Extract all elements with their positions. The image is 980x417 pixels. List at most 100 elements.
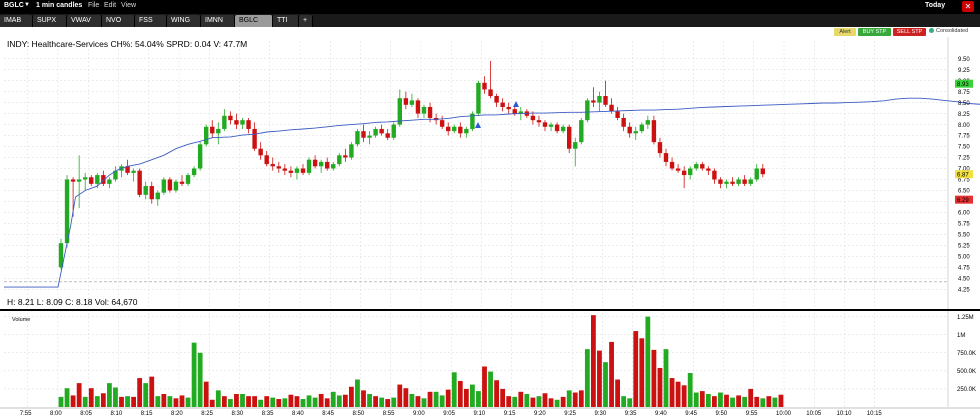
candle-body xyxy=(718,179,723,184)
candle-body xyxy=(191,168,197,176)
blue-arrow-up-icon xyxy=(475,122,481,128)
alert-button[interactable]: Alert xyxy=(834,28,856,36)
volume-bar xyxy=(687,373,693,407)
volume-bar xyxy=(760,398,766,407)
volume-bar xyxy=(203,381,209,407)
candle-body xyxy=(331,164,336,169)
volume-axis: 1.25M 1M 750.0K 500.0K 250.0K xyxy=(957,315,976,393)
volume-bar xyxy=(433,391,439,407)
volume-bar xyxy=(373,396,378,407)
volume-bar xyxy=(246,396,251,407)
candle-body xyxy=(706,168,711,171)
sell-stop-button[interactable]: SELL STP xyxy=(893,28,926,36)
interval-selector[interactable]: 1 min candles xyxy=(36,2,82,9)
volume-bar xyxy=(252,396,257,407)
volume-bar xyxy=(766,396,772,407)
volume-bar xyxy=(349,386,354,407)
tab-tti[interactable]: TTI xyxy=(273,15,299,27)
volume-bar xyxy=(215,390,221,407)
candle xyxy=(421,104,427,118)
add-tab-button[interactable]: + xyxy=(299,15,313,27)
tab-imab[interactable]: IMAB xyxy=(0,15,33,27)
price-chart[interactable]: 9.509.259.008.758.508.258.007.757.507.25… xyxy=(0,37,980,417)
candle-body xyxy=(754,168,759,180)
time-tick-label: 8:15 xyxy=(141,411,153,417)
time-tick-label: 10:05 xyxy=(806,411,822,417)
price-tags: 8.93 6.87 6.29 xyxy=(955,79,973,204)
candle-body xyxy=(204,126,209,145)
volume-tick-label: 1.25M xyxy=(957,315,974,321)
candle-body xyxy=(615,111,620,118)
candle-body xyxy=(675,168,681,171)
consolidated-toggle[interactable]: Consolidated xyxy=(929,28,968,34)
blue-arrow-up-icon xyxy=(513,101,519,107)
candle xyxy=(663,148,669,167)
candle-body xyxy=(391,124,396,138)
candle-body xyxy=(240,120,245,125)
menu-edit[interactable]: Edit xyxy=(104,2,116,9)
close-icon[interactable]: ✕ xyxy=(962,1,974,12)
volume-bar xyxy=(167,396,173,407)
candle xyxy=(700,161,705,171)
tab-bglc[interactable]: BGLC xyxy=(235,15,273,27)
volume-bar xyxy=(609,341,614,407)
candle-body xyxy=(343,155,348,158)
candle-body xyxy=(621,117,626,127)
volume-bar xyxy=(718,392,723,407)
time-tick-label: 9:20 xyxy=(534,411,546,417)
volume-bar xyxy=(699,391,705,407)
candle xyxy=(101,170,106,187)
volume-bar xyxy=(82,396,88,407)
tab-fss[interactable]: FSS xyxy=(135,15,167,27)
time-tick-label: 10:10 xyxy=(837,411,853,417)
volume-bar xyxy=(615,379,620,407)
candle xyxy=(185,172,191,187)
candle-body xyxy=(270,164,275,167)
tab-nvo[interactable]: NVO xyxy=(102,15,135,27)
candle-body xyxy=(89,177,94,184)
chevron-down-icon[interactable]: ▼ xyxy=(24,2,30,8)
volume-bar xyxy=(276,399,282,407)
volume-bar xyxy=(228,399,233,407)
ticker-selector[interactable]: BGLC xyxy=(4,2,24,9)
today-button[interactable]: Today xyxy=(925,2,945,9)
volume-bar xyxy=(463,388,469,407)
candle-body xyxy=(730,181,735,184)
candle-body xyxy=(409,100,415,105)
tab-supx[interactable]: SUPX xyxy=(33,15,67,27)
candle-body xyxy=(657,142,663,154)
candle-body xyxy=(627,126,632,134)
price-tag-label: 6.29 xyxy=(957,198,969,204)
volume-bar xyxy=(379,397,385,407)
tab-wing[interactable]: WING xyxy=(167,15,201,27)
candle xyxy=(494,93,499,107)
candle-body xyxy=(639,124,644,132)
candle-body xyxy=(633,131,638,134)
tab-vwav[interactable]: VWAV xyxy=(67,15,102,27)
tab-imnn[interactable]: IMNN xyxy=(201,15,235,27)
volume-bar xyxy=(724,394,729,407)
time-tick-label: 9:15 xyxy=(504,411,516,417)
candle xyxy=(107,177,112,189)
time-tick-label: 8:40 xyxy=(292,411,304,417)
buy-stop-button[interactable]: BUY STP xyxy=(858,28,891,36)
menu-file[interactable]: File xyxy=(88,2,99,9)
candle-body xyxy=(197,144,203,169)
time-tick-label: 9:10 xyxy=(474,411,486,417)
volume-bar xyxy=(572,392,578,407)
candle-body xyxy=(216,128,221,134)
candle-body xyxy=(294,168,300,173)
candle xyxy=(506,102,511,114)
menu-view[interactable]: View xyxy=(121,2,136,9)
candle-body xyxy=(603,96,608,105)
time-tick-label: 9:40 xyxy=(655,411,667,417)
candle-body xyxy=(548,124,554,127)
volume-bar xyxy=(736,395,741,407)
volume-bar xyxy=(264,396,270,407)
time-tick-label: 8:35 xyxy=(262,411,274,417)
volume-bar xyxy=(300,399,306,407)
volume-bar xyxy=(361,390,366,407)
price-tag-label: 6.87 xyxy=(957,172,969,178)
time-tick-label: 9:00 xyxy=(413,411,425,417)
candle xyxy=(204,124,209,147)
